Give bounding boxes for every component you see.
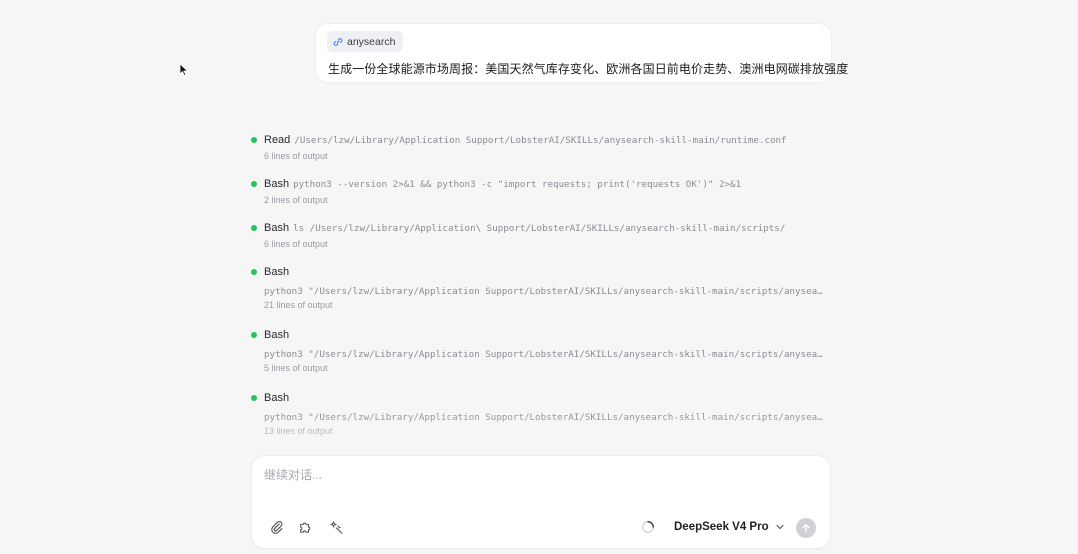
model-selector[interactable]: DeepSeek V4 Pro xyxy=(674,517,785,537)
status-dot xyxy=(251,332,257,338)
spinner-icon xyxy=(642,521,654,533)
tool-args: python3 --version 2>&1 && python3 -c "im… xyxy=(293,179,742,190)
sparkle-wand-icon xyxy=(330,521,343,534)
skill-chip[interactable]: anysearch xyxy=(327,31,404,52)
skill-chip-label: anysearch xyxy=(347,35,396,48)
message-input[interactable] xyxy=(264,465,804,485)
tool-output-summary[interactable]: 6 lines of output xyxy=(264,150,328,162)
tool-args: /Users/lzw/Library/Application Support/L… xyxy=(294,135,787,146)
tool-name: Bash xyxy=(264,178,290,190)
skills-button[interactable] xyxy=(296,518,314,536)
mouse-cursor-icon xyxy=(179,63,189,77)
tool-name: Bash xyxy=(264,266,290,278)
puzzle-icon xyxy=(300,522,311,533)
arrow-up-icon xyxy=(802,523,810,533)
tool-output-summary[interactable]: 5 lines of output xyxy=(264,362,328,374)
tool-output-summary[interactable]: 21 lines of output xyxy=(264,299,333,311)
link-icon xyxy=(333,37,343,46)
tool-args: ls /Users/lzw/Library/Application\ Suppo… xyxy=(293,223,786,234)
tool-output-summary[interactable]: 2 lines of output xyxy=(264,194,328,206)
send-button[interactable] xyxy=(796,518,816,538)
chevron-down-icon xyxy=(776,524,784,530)
message-composer: DeepSeek V4 Pro xyxy=(252,456,830,548)
tool-command: python3 "/Users/lzw/Library/Application … xyxy=(264,412,826,423)
tool-name: Bash xyxy=(264,222,290,234)
tool-output-summary[interactable]: 13 lines of output xyxy=(264,425,333,437)
tool-name: Bash xyxy=(264,392,290,404)
magic-button[interactable] xyxy=(328,518,346,536)
attach-button[interactable] xyxy=(268,518,286,536)
user-message-text: 生成一份全球能源市场周报：美国天然气库存变化、欧洲各国日前电价走势、澳洲电网碳排… xyxy=(328,62,849,76)
model-label: DeepSeek V4 Pro xyxy=(674,521,769,533)
chat-page: anysearch 生成一份全球能源市场周报：美国天然气库存变化、欧洲各国日前电… xyxy=(0,0,1078,554)
user-message-bubble: anysearch 生成一份全球能源市场周报：美国天然气库存变化、欧洲各国日前电… xyxy=(316,24,848,82)
status-dot xyxy=(251,181,257,187)
tool-command: python3 "/Users/lzw/Library/Application … xyxy=(264,286,826,297)
status-dot xyxy=(251,269,257,275)
status-dot xyxy=(251,395,257,401)
tool-name: Bash xyxy=(264,329,290,341)
tool-name: Read xyxy=(264,134,291,146)
paperclip-icon xyxy=(271,521,283,534)
tool-output-summary[interactable]: 6 lines of output xyxy=(264,238,328,250)
status-dot xyxy=(251,137,257,143)
tool-command: python3 "/Users/lzw/Library/Application … xyxy=(264,349,826,360)
status-dot xyxy=(251,225,257,231)
